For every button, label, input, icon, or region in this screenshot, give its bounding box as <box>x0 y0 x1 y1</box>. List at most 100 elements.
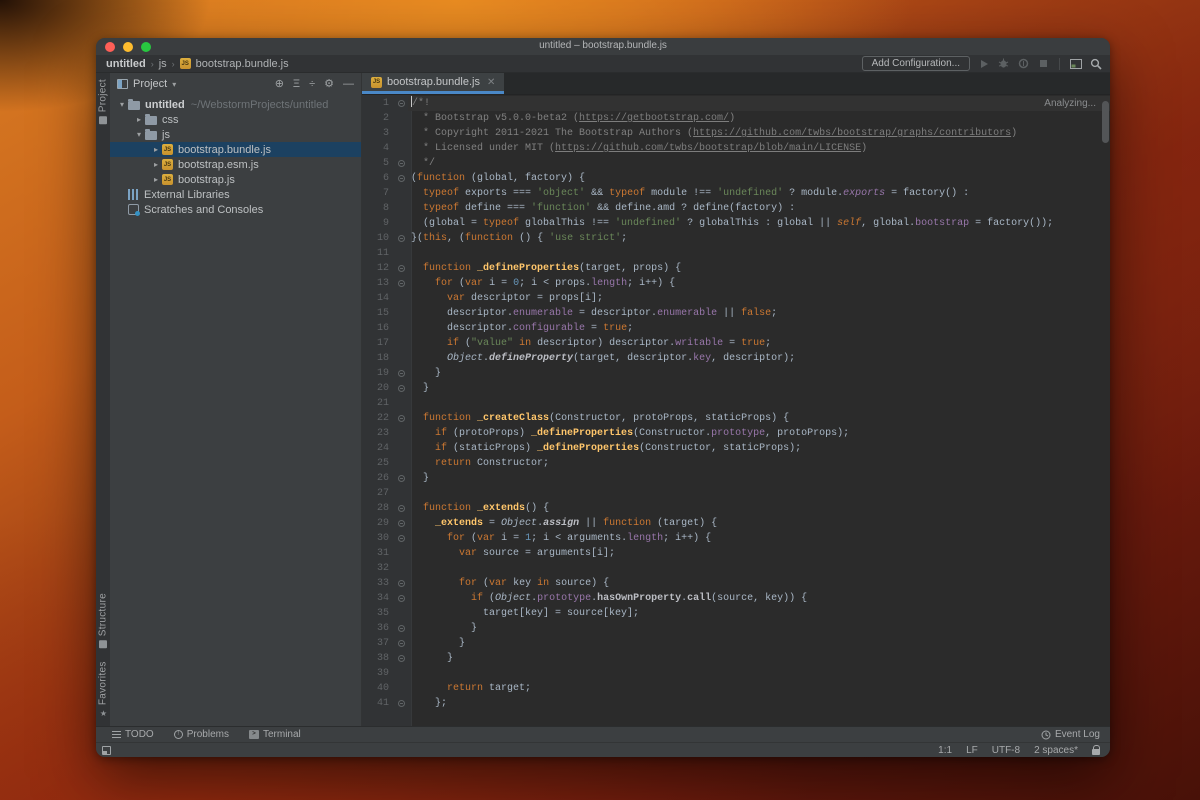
stop-icon[interactable] <box>1037 57 1050 70</box>
fold-marker-icon[interactable] <box>397 535 405 542</box>
todo-toolwindow-button[interactable]: TODO <box>112 729 154 740</box>
code-line[interactable]: 33 for (var key in source) { <box>362 576 1110 591</box>
editor-scrollbar[interactable] <box>1102 101 1109 143</box>
tool-window-toggle-icon[interactable] <box>102 745 111 755</box>
code-line[interactable]: 21 <box>362 396 1110 411</box>
code-line[interactable]: 32 <box>362 561 1110 576</box>
close-tab-icon[interactable]: ✕ <box>487 77 495 88</box>
tool-windows-icon[interactable] <box>1069 57 1082 70</box>
code-line[interactable]: 6 (function (global, factory) { <box>362 171 1110 186</box>
collapse-all-icon[interactable]: Ξ <box>293 78 300 90</box>
tree-item[interactable]: ▾ js <box>110 127 361 142</box>
hide-panel-icon[interactable]: — <box>343 78 354 90</box>
code-line[interactable]: 15 descriptor.enumerable = descriptor.en… <box>362 306 1110 321</box>
fold-gutter-cell[interactable] <box>394 381 408 396</box>
add-configuration-button[interactable]: Add Configuration... <box>861 56 970 71</box>
code-line[interactable]: 36 } <box>362 621 1110 636</box>
event-log-button[interactable]: Event Log <box>1041 729 1100 740</box>
code-line[interactable]: 12 function _defineProperties(target, pr… <box>362 261 1110 276</box>
fold-gutter-cell[interactable] <box>394 531 408 546</box>
run-icon[interactable] <box>977 57 990 70</box>
code-line[interactable]: 30 for (var i = 1; i < arguments.length;… <box>362 531 1110 546</box>
fold-marker-icon[interactable] <box>397 595 405 602</box>
code-line[interactable]: 24 if (staticProps) _defineProperties(Co… <box>362 441 1110 456</box>
terminal-toolwindow-button[interactable]: > Terminal <box>248 729 301 740</box>
fold-marker-icon[interactable] <box>397 160 405 167</box>
tree-chevron-icon[interactable]: ▸ <box>150 160 162 169</box>
tree-chevron-icon[interactable]: ▸ <box>150 145 162 154</box>
code-line[interactable]: 35 target[key] = source[key]; <box>362 606 1110 621</box>
fold-marker-icon[interactable] <box>397 100 405 107</box>
settings-gear-icon[interactable]: ⚙ <box>324 78 334 90</box>
fold-gutter-cell[interactable] <box>394 261 408 276</box>
fold-marker-icon[interactable] <box>397 580 405 587</box>
code-line[interactable]: 27 <box>362 486 1110 501</box>
code-line[interactable]: 25 return Constructor; <box>362 456 1110 471</box>
code-line[interactable]: 26 } <box>362 471 1110 486</box>
fold-marker-icon[interactable] <box>397 280 405 287</box>
code-line[interactable]: 8 typeof define === 'function' && define… <box>362 201 1110 216</box>
code-line[interactable]: 11 <box>362 246 1110 261</box>
tree-item[interactable]: Scratches and Consoles <box>110 202 361 217</box>
code-line[interactable]: 2 * Bootstrap v5.0.0-beta2 (https://getb… <box>362 111 1110 126</box>
fold-marker-icon[interactable] <box>397 625 405 632</box>
tree-item[interactable]: ▸ JS bootstrap.js <box>110 172 361 187</box>
editor-tab-bootstrap-bundle[interactable]: JS bootstrap.bundle.js ✕ <box>362 73 505 94</box>
fold-marker-icon[interactable] <box>397 235 405 242</box>
tree-chevron-icon[interactable]: ▾ <box>116 100 128 109</box>
tree-chevron-icon[interactable]: ▸ <box>133 115 145 124</box>
encoding-widget[interactable]: UTF-8 <box>992 745 1020 756</box>
fold-marker-icon[interactable] <box>397 700 405 707</box>
fold-marker-icon[interactable] <box>397 370 405 377</box>
fold-gutter-cell[interactable] <box>394 156 408 171</box>
code-line[interactable]: 13 for (var i = 0; i < props.length; i++… <box>362 276 1110 291</box>
fold-marker-icon[interactable] <box>397 505 405 512</box>
caret-position-widget[interactable]: 1:1 <box>938 745 952 756</box>
code-line[interactable]: 10}(this, (function () { 'use strict'; <box>362 231 1110 246</box>
code-line[interactable]: 34 if (Object.prototype.hasOwnProperty.c… <box>362 591 1110 606</box>
run-with-coverage-icon[interactable] <box>1017 57 1030 70</box>
locate-file-icon[interactable]: ⊕ <box>275 78 284 90</box>
code-line[interactable]: 9 (global = typeof globalThis !== 'undef… <box>362 216 1110 231</box>
code-line[interactable]: 23 if (protoProps) _defineProperties(Con… <box>362 426 1110 441</box>
fold-gutter-cell[interactable] <box>394 231 408 246</box>
code-line[interactable]: 20 } <box>362 381 1110 396</box>
code-line[interactable]: 19 } <box>362 366 1110 381</box>
tree-item[interactable]: ▾ untitled ~/WebstormProjects/untitled <box>110 97 361 112</box>
search-everywhere-icon[interactable] <box>1089 57 1102 70</box>
fold-gutter-cell[interactable] <box>394 171 408 186</box>
fold-marker-icon[interactable] <box>397 475 405 482</box>
breadcrumb-project[interactable]: untitled <box>106 58 146 70</box>
tree-chevron-icon[interactable]: ▾ <box>133 130 145 139</box>
code-line[interactable]: 7 typeof exports === 'object' && typeof … <box>362 186 1110 201</box>
code-line[interactable]: 22 function _createClass(Constructor, pr… <box>362 411 1110 426</box>
tree-item[interactable]: ▸ css <box>110 112 361 127</box>
fold-marker-icon[interactable] <box>397 175 405 182</box>
fold-marker-icon[interactable] <box>397 415 405 422</box>
code-line[interactable]: 38 } <box>362 651 1110 666</box>
fold-gutter-cell[interactable] <box>394 621 408 636</box>
fold-marker-icon[interactable] <box>397 640 405 647</box>
line-ending-widget[interactable]: LF <box>966 745 978 756</box>
code-line[interactable]: 17 if ("value" in descriptor) descriptor… <box>362 336 1110 351</box>
fold-gutter-cell[interactable] <box>394 591 408 606</box>
tree-item[interactable]: External Libraries <box>110 187 361 202</box>
code-line[interactable]: 29 _extends = Object.assign || function … <box>362 516 1110 531</box>
code-line[interactable]: 41 }; <box>362 696 1110 711</box>
fold-marker-icon[interactable] <box>397 520 405 527</box>
breadcrumb-folder[interactable]: js <box>159 58 167 70</box>
code-line[interactable]: 16 descriptor.configurable = true; <box>362 321 1110 336</box>
fold-marker-icon[interactable] <box>397 265 405 272</box>
fold-gutter-cell[interactable] <box>394 651 408 666</box>
fold-marker-icon[interactable] <box>397 655 405 662</box>
code-line[interactable]: 39 <box>362 666 1110 681</box>
fold-gutter-cell[interactable] <box>394 576 408 591</box>
code-line[interactable]: 14 var descriptor = props[i]; <box>362 291 1110 306</box>
problems-toolwindow-button[interactable]: ! Problems <box>173 729 229 740</box>
fold-gutter-cell[interactable] <box>394 96 408 111</box>
tool-stripe-structure[interactable]: Structure <box>96 593 110 648</box>
tool-stripe-favorites[interactable]: ★ Favorites <box>96 661 110 718</box>
code-line[interactable]: 37 } <box>362 636 1110 651</box>
chevron-down-icon[interactable]: ▾ <box>172 80 176 89</box>
code-line[interactable]: 3 * Copyright 2011-2021 The Bootstrap Au… <box>362 126 1110 141</box>
